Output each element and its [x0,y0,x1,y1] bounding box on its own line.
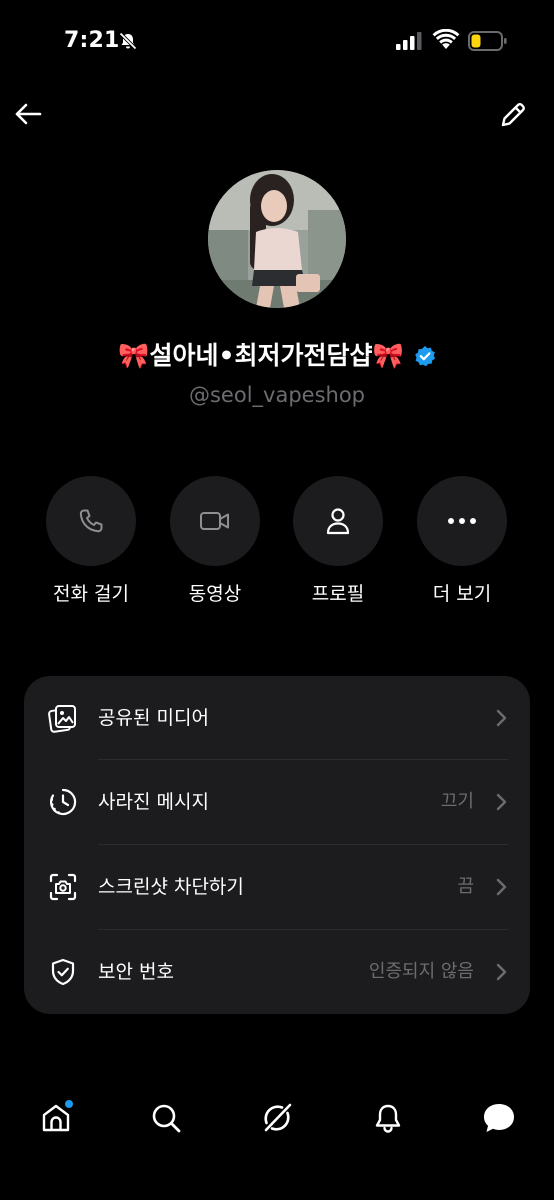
more-horizontal-icon [448,518,476,524]
disappearing-messages-row[interactable]: 사라진 메시지 끄기 [24,760,530,844]
more-label: 더 보기 [432,583,492,605]
shared-media-label: 공유된 미디어 [98,707,209,729]
safety-number-row[interactable]: 보안 번호 인증되지 않음 [24,930,530,1014]
profile-label: 프로필 [311,583,365,605]
avatar[interactable] [208,170,346,308]
chevron-right-icon [496,793,507,811]
more-button[interactable]: 더 보기 [402,476,522,608]
profile-button[interactable]: 프로필 [278,476,398,608]
video-call-button-circle[interactable] [170,476,260,566]
video-call-label: 동영상 [188,583,242,605]
messages-icon [484,1104,514,1132]
bell-slash-icon [119,32,137,50]
safety-number-label: 보안 번호 [98,961,174,983]
nav-notifications[interactable] [368,1098,408,1138]
wifi-icon [432,29,460,49]
nav-messages[interactable] [479,1098,519,1138]
shield-check-icon [48,957,78,987]
disappearing-messages-value: 끄기 [440,791,474,812]
nav-search[interactable] [146,1098,186,1138]
chevron-right-icon [496,963,507,981]
nav-home[interactable] [36,1098,76,1138]
safety-number-value: 인증되지 않음 [368,961,474,982]
profile-button-circle[interactable] [293,476,383,566]
chevron-right-icon [496,878,507,896]
avatar-photo [208,170,346,308]
notifications-icon [375,1104,401,1133]
screenshot-camera-icon [48,872,78,902]
pencil-icon [501,103,525,127]
profile-name: 🎀설아네•최저가전담샵🎀 [118,341,404,370]
call-button-circle[interactable] [46,476,136,566]
person-icon [326,508,350,535]
edit-button[interactable] [496,98,530,132]
block-screenshots-value: 끔 [457,876,474,897]
call-button[interactable]: 전화 걸기 [31,476,151,608]
phone-icon [79,509,103,533]
timer-icon [48,787,78,817]
block-screenshots-label: 스크린샷 차단하기 [98,876,244,898]
status-bar: 7:21 [0,0,554,84]
profile-name-row: 🎀설아네•최저가전담샵🎀 [0,336,554,376]
block-screenshots-row[interactable]: 스크린샷 차단하기 끔 [24,845,530,929]
username: @seol_vapeshop [188,383,366,407]
bottom-nav [0,1080,554,1154]
chevron-right-icon [496,709,507,727]
video-camera-icon [200,512,229,530]
video-call-button[interactable]: 동영상 [155,476,275,608]
home-notification-dot [63,1098,75,1110]
more-button-circle[interactable] [417,476,507,566]
verified-badge-icon [414,346,435,367]
shared-media-row[interactable]: 공유된 미디어 [24,676,530,760]
media-gallery-icon [48,703,78,733]
nav-grok[interactable] [257,1098,297,1138]
grok-icon [264,1103,292,1132]
status-time: 7:21 [64,28,120,53]
arrow-left-icon [15,103,42,125]
back-button[interactable] [12,98,44,130]
battery-low-icon [468,31,507,51]
conversation-settings-card: 공유된 미디어 사라진 메시지 끄기 스크린샷 차단하기 끔 보안 번호 인증되… [24,676,530,1014]
call-label: 전화 걸기 [53,583,129,605]
disappearing-messages-label: 사라진 메시지 [98,791,209,813]
cellular-signal-icon [396,32,422,50]
search-icon [152,1104,181,1133]
